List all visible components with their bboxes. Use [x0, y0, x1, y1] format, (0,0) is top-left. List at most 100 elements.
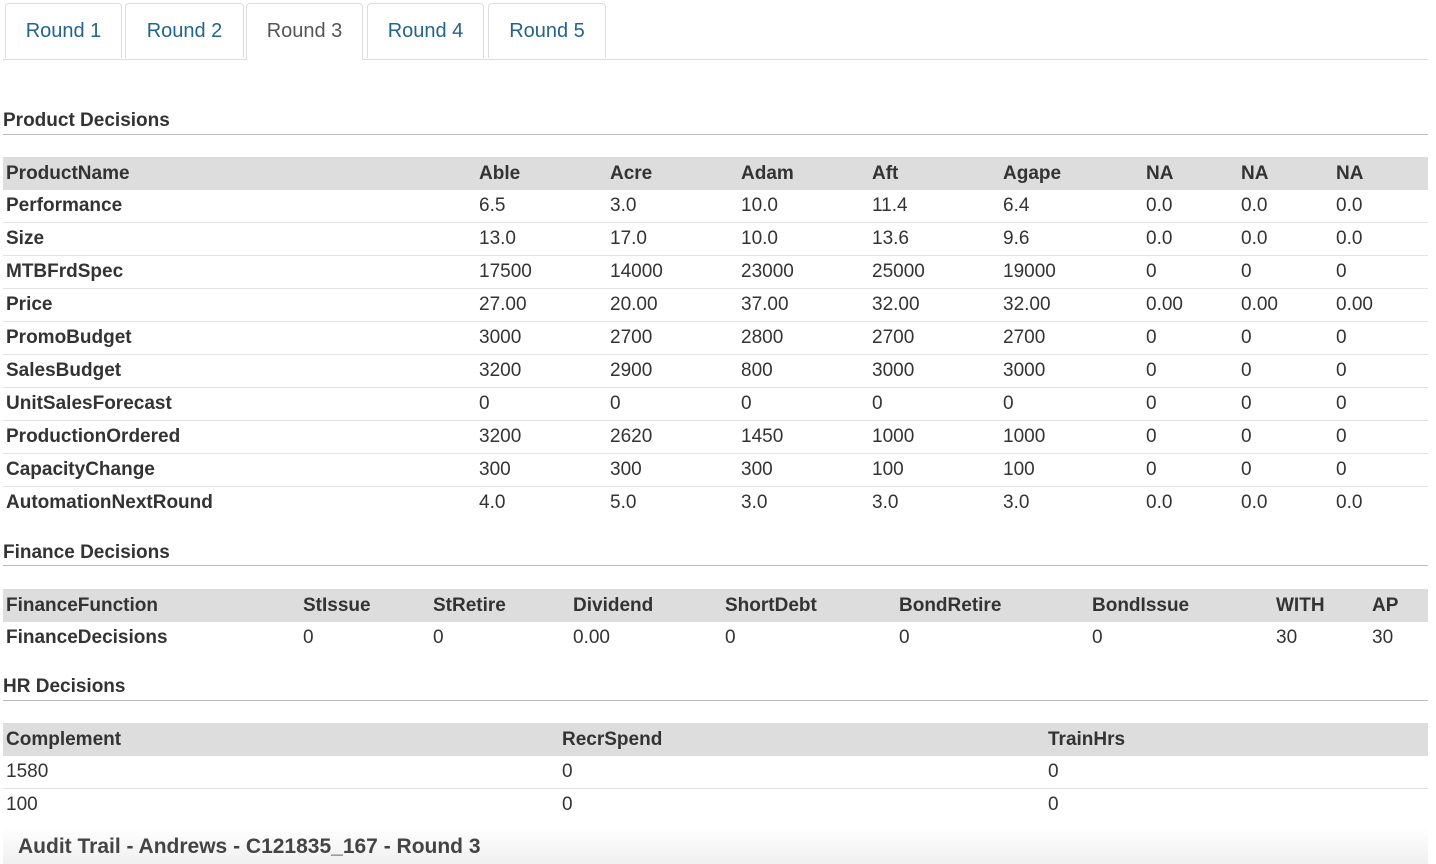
table-cell: 0	[559, 756, 1045, 789]
table-cell: 2700	[1000, 321, 1143, 355]
table-cell: 0	[607, 387, 738, 421]
table-cell: 11.4	[869, 190, 1000, 223]
column-header: WITH	[1273, 589, 1369, 622]
table-row: Size 13.0 17.0 10.0 13.6 9.6 0.0 0.0 0.0	[3, 222, 1428, 256]
column-header: BondIssue	[1089, 589, 1273, 622]
row-label: FinanceDecisions	[6, 627, 168, 648]
column-header: StIssue	[300, 589, 430, 622]
row-label: Performance	[3, 190, 476, 223]
table-cell: 0.0	[1336, 492, 1363, 513]
table-cell: 17500	[476, 255, 607, 289]
table-cell: 0	[1333, 255, 1428, 289]
table-cell: 0	[1238, 255, 1333, 289]
tab-round-5[interactable]: Round 5	[488, 3, 606, 58]
table-cell: 0	[1143, 321, 1238, 355]
row-label: 1580	[3, 756, 559, 789]
column-header: Complement	[3, 723, 559, 756]
column-header: StRetire	[430, 589, 570, 622]
column-header: Able	[476, 157, 607, 190]
table-cell: 27.00	[476, 288, 607, 322]
table-cell: 1000	[869, 420, 1000, 454]
table-row: SalesBudget 3200 2900 800 3000 3000 0 0 0	[3, 354, 1428, 388]
table-cell: 0	[1238, 420, 1333, 454]
table-cell: 3.0	[1003, 492, 1030, 513]
table-cell: 0.0	[1333, 222, 1428, 256]
round-tabs: Round 1 Round 2 Round 3 Round 4 Round 5	[3, 2, 1428, 60]
table-cell: 0.0	[1143, 190, 1238, 223]
table-row: UnitSalesForecast 0 0 0 0 0 0 0 0	[3, 387, 1428, 421]
table-cell: 6.5	[476, 190, 607, 223]
column-header: BondRetire	[896, 589, 1089, 622]
column-header: AP	[1369, 589, 1428, 622]
table-cell: 37.00	[738, 288, 869, 322]
table-cell: 30	[1276, 627, 1298, 648]
table-cell: 0	[869, 387, 1000, 421]
table-cell: 0	[1333, 321, 1428, 355]
table-cell: 5.0	[610, 492, 637, 513]
table-row: AutomationNextRound 4.0 5.0 3.0 3.0 3.0 0.0 0.0…	[3, 487, 1428, 520]
table-cell: 2700	[869, 321, 1000, 355]
table-cell: 13.0	[476, 222, 607, 256]
table-cell: 1450	[738, 420, 869, 454]
row-label: Size	[3, 222, 476, 256]
column-header: Dividend	[570, 589, 722, 622]
table-cell: 0	[1048, 794, 1059, 815]
table-cell: 0	[1143, 453, 1238, 487]
row-label: 100	[6, 794, 38, 815]
table-cell: 20.00	[607, 288, 738, 322]
column-header: NA	[1333, 157, 1428, 190]
table-cell: 800	[738, 354, 869, 388]
row-label: ProductionOrdered	[3, 420, 476, 454]
column-header: ShortDebt	[722, 589, 896, 622]
finance-decisions-table: FinanceFunction StIssue StRetire Dividen…	[3, 589, 1428, 654]
hr-decisions-title: HR Decisions	[3, 676, 1428, 701]
tab-round-3[interactable]: Round 3	[246, 3, 363, 60]
table-cell: 0.00	[573, 627, 610, 648]
table-cell: 6.4	[1000, 190, 1143, 223]
table-cell: 0.0	[1241, 492, 1268, 513]
table-cell: 32.00	[869, 288, 1000, 322]
column-header: FinanceFunction	[3, 589, 300, 622]
table-cell: 17.0	[607, 222, 738, 256]
table-cell: 3.0	[872, 492, 899, 513]
table-cell: 0	[1143, 354, 1238, 388]
table-cell: 10.0	[738, 190, 869, 223]
table-row: 100 0 0	[3, 789, 1428, 822]
table-cell: 23000	[738, 255, 869, 289]
audit-trail-title[interactable]: Audit Trail - Andrews - C121835_167 - Ro…	[3, 827, 1428, 864]
table-cell: 0	[1000, 387, 1143, 421]
table-cell: 0	[1238, 453, 1333, 487]
table-cell: 0	[433, 627, 444, 648]
table-cell: 0	[1092, 627, 1103, 648]
table-cell: 0	[1333, 420, 1428, 454]
table-cell: 0	[899, 627, 910, 648]
table-row: PromoBudget 3000 2700 2800 2700 2700 0 0 0	[3, 321, 1428, 355]
table-cell: 25000	[869, 255, 1000, 289]
hr-header-row: Complement RecrSpend TrainHrs	[3, 723, 1428, 756]
table-row: FinanceDecisions 0 0 0.00 0 0 0 30 30	[3, 622, 1428, 654]
table-cell: 2700	[607, 321, 738, 355]
column-header: Aft	[869, 157, 1000, 190]
table-cell: 3200	[476, 354, 607, 388]
column-header: RecrSpend	[559, 723, 1045, 756]
table-cell: 0	[1333, 354, 1428, 388]
hr-decisions-table: Complement RecrSpend TrainHrs 1580 0 0 100 0…	[3, 723, 1428, 821]
table-cell: 0	[562, 794, 573, 815]
tab-round-4[interactable]: Round 4	[367, 3, 484, 58]
table-cell: 0	[1143, 255, 1238, 289]
column-header: TrainHrs	[1045, 723, 1428, 756]
finance-decisions-title: Finance Decisions	[3, 542, 1428, 566]
table-cell: 4.0	[479, 492, 506, 513]
table-row: CapacityChange 300 300 300 100 100 0 0 0	[3, 453, 1428, 487]
row-label: UnitSalesForecast	[3, 387, 476, 421]
table-cell: 0	[303, 627, 314, 648]
table-cell: 0.00	[1143, 288, 1238, 322]
table-cell: 0.0	[1143, 222, 1238, 256]
table-cell: 0.0	[1238, 222, 1333, 256]
column-header: NA	[1238, 157, 1333, 190]
table-cell: 1000	[1000, 420, 1143, 454]
page: Round 1 Round 2 Round 3 Round 4 Round 5 …	[0, 0, 1436, 864]
tab-round-2[interactable]: Round 2	[125, 3, 244, 58]
tab-round-1[interactable]: Round 1	[5, 3, 122, 58]
table-cell: 300	[738, 453, 869, 487]
